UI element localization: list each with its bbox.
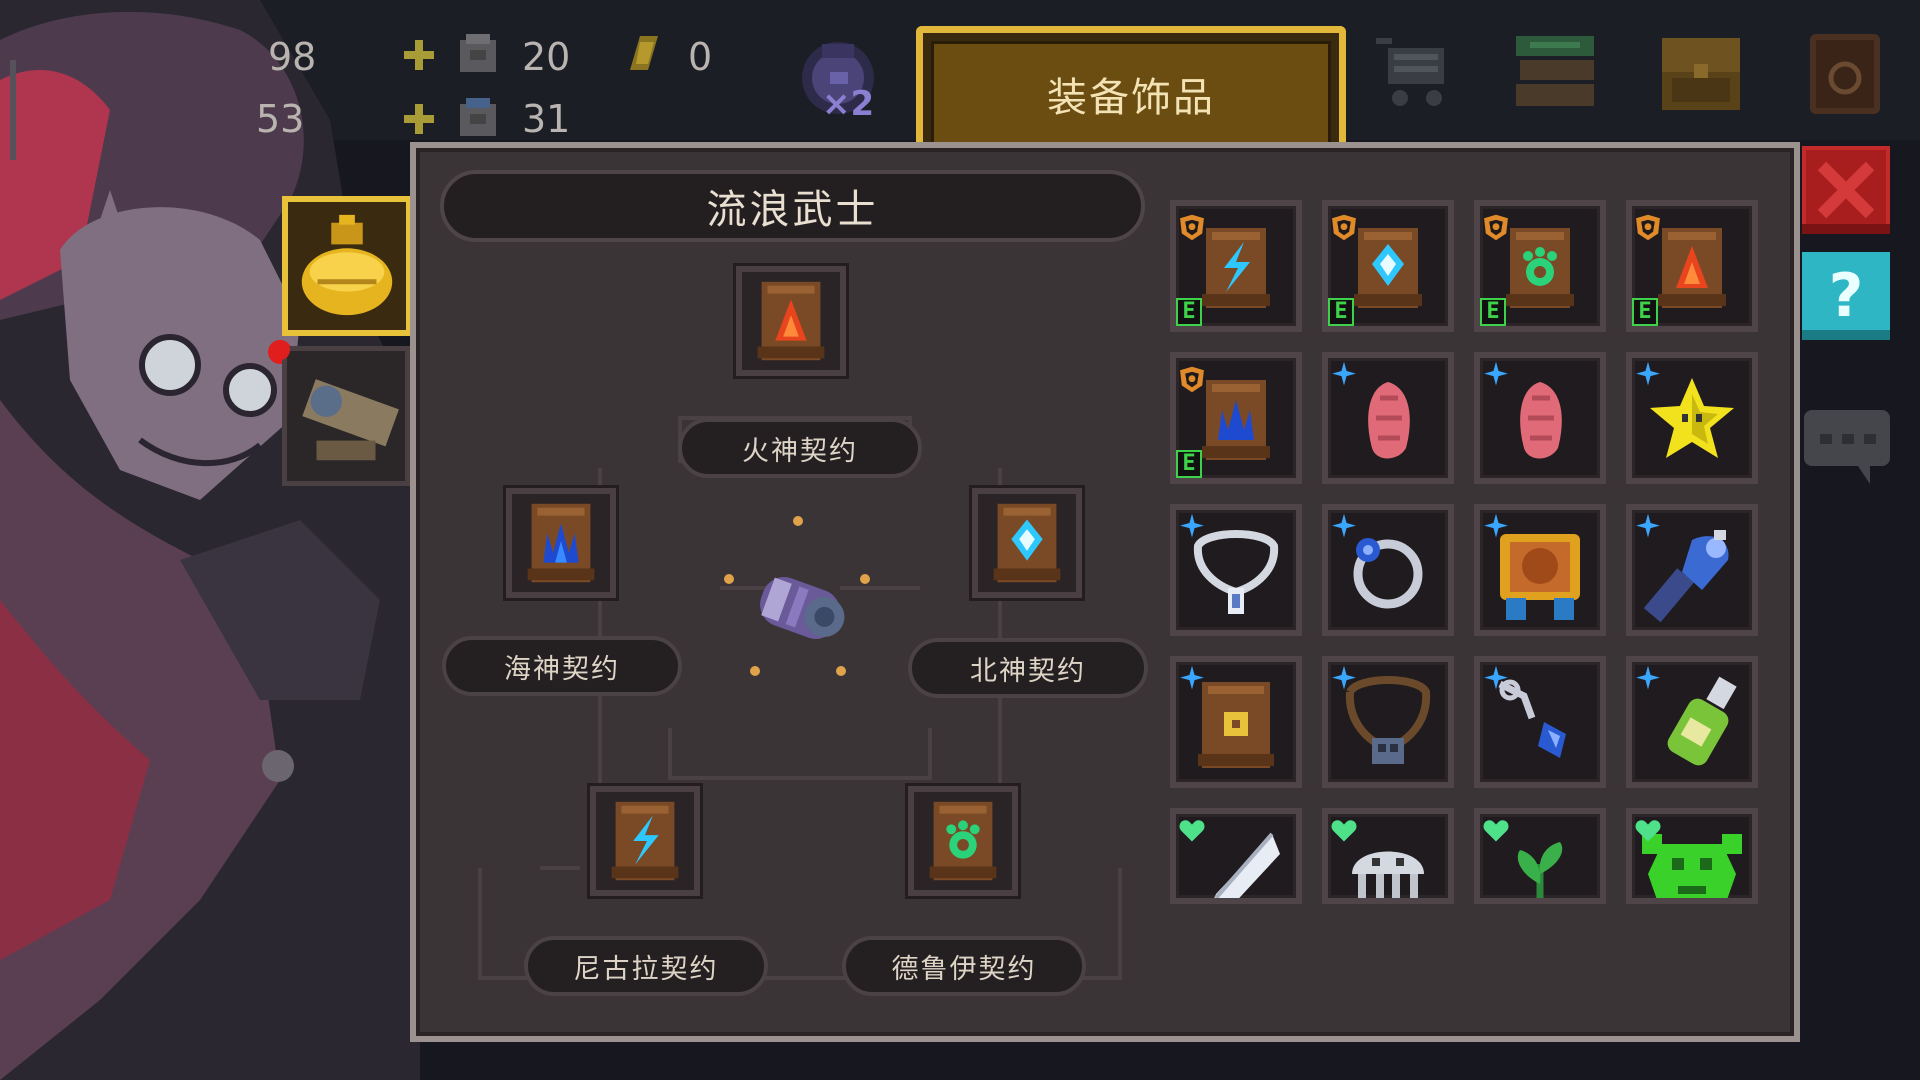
contract-slot-nikola[interactable] bbox=[590, 786, 700, 896]
resource-c-value: 31 bbox=[522, 97, 571, 141]
inventory-slot[interactable]: E bbox=[1322, 200, 1454, 332]
inventory-slot[interactable]: E bbox=[1170, 352, 1302, 484]
star-badge-icon bbox=[1332, 361, 1356, 386]
contract-label-north: 北神契约 bbox=[908, 638, 1148, 698]
equipped-marker: E bbox=[1328, 298, 1354, 326]
potion-multiplier: ×2 bbox=[822, 84, 875, 124]
sparkle-dot bbox=[724, 574, 734, 584]
plus-icon[interactable] bbox=[402, 102, 436, 136]
sparkle-dot bbox=[750, 666, 760, 676]
title-tab[interactable]: 装备饰品 bbox=[916, 26, 1346, 144]
star-badge-icon bbox=[1484, 665, 1508, 690]
inventory-slot[interactable] bbox=[1474, 352, 1606, 484]
treasure-chest-icon[interactable] bbox=[1656, 28, 1746, 118]
gold-pot-icon bbox=[301, 214, 393, 316]
star-badge-icon bbox=[1180, 513, 1204, 538]
inventory-slot[interactable] bbox=[1474, 504, 1606, 636]
inventory-slot[interactable] bbox=[1322, 656, 1454, 788]
shield-badge-icon bbox=[1484, 214, 1508, 241]
equipped-marker: E bbox=[1176, 298, 1202, 326]
inventory-slot[interactable] bbox=[1626, 504, 1758, 636]
inventory-slot[interactable] bbox=[1170, 808, 1302, 904]
sparkle-dot bbox=[793, 516, 803, 526]
star-badge-icon bbox=[1332, 665, 1356, 690]
shield-badge-icon bbox=[1180, 366, 1204, 393]
help-button[interactable]: ? bbox=[1802, 252, 1890, 340]
chat-icon[interactable] bbox=[1804, 410, 1890, 486]
fire-scroll-icon bbox=[757, 281, 825, 361]
inventory-slot[interactable] bbox=[1170, 656, 1302, 788]
contract-slot-north[interactable] bbox=[972, 488, 1082, 598]
inventory-slot[interactable]: E bbox=[1474, 200, 1606, 332]
journal-book-icon[interactable] bbox=[1800, 28, 1890, 118]
heart-badge-icon bbox=[1179, 820, 1205, 842]
equipped-marker: E bbox=[1480, 298, 1506, 326]
gold-bar-icon bbox=[620, 30, 668, 78]
sea-scroll-icon bbox=[527, 503, 595, 583]
contract-label-fire: 火神契约 bbox=[678, 418, 922, 478]
star-badge-icon bbox=[1484, 361, 1508, 386]
fish-crate-icon bbox=[454, 94, 502, 142]
shop-cart-icon[interactable] bbox=[1370, 28, 1460, 118]
inventory-grid: E E E E E bbox=[1162, 200, 1762, 904]
contract-label-druid: 德鲁伊契约 bbox=[842, 936, 1086, 996]
contract-label-nikola: 尼古拉契约 bbox=[524, 936, 768, 996]
inventory-slot[interactable] bbox=[1474, 808, 1606, 904]
tab-accessories[interactable] bbox=[282, 196, 412, 336]
tab-title-label: 装备饰品 bbox=[931, 41, 1331, 144]
tab-telescope[interactable] bbox=[282, 346, 410, 486]
help-icon: ? bbox=[1828, 261, 1864, 331]
inventory-slot[interactable] bbox=[1474, 656, 1606, 788]
telescope-icon bbox=[302, 379, 399, 461]
equipped-marker: E bbox=[1632, 298, 1658, 326]
inventory-slot[interactable]: E bbox=[1626, 200, 1758, 332]
books-stack-icon[interactable] bbox=[1510, 28, 1600, 118]
contract-slot-sea[interactable] bbox=[506, 488, 616, 598]
inventory-slot[interactable] bbox=[1322, 504, 1454, 636]
center-scroll-icon bbox=[740, 558, 860, 658]
resource-a-value: 20 bbox=[522, 35, 571, 79]
sparkle-dot bbox=[836, 666, 846, 676]
inventory-slot[interactable] bbox=[1626, 808, 1758, 904]
shield-badge-icon bbox=[1332, 214, 1356, 241]
inventory-slot[interactable]: E bbox=[1170, 200, 1302, 332]
close-button[interactable] bbox=[1802, 146, 1890, 234]
heart-badge-icon bbox=[1483, 820, 1509, 842]
star-badge-icon bbox=[1180, 665, 1204, 690]
resource-b-value: 0 bbox=[688, 35, 713, 79]
character-name-bar: 流浪武士 bbox=[440, 170, 1145, 242]
shield-badge-icon bbox=[1180, 214, 1204, 241]
resource-value-top-left: 98 bbox=[268, 35, 317, 79]
heart-badge-icon bbox=[1331, 820, 1357, 842]
heart-badge-icon bbox=[1635, 820, 1661, 842]
star-badge-icon bbox=[1636, 665, 1660, 690]
plus-icon[interactable] bbox=[402, 38, 436, 72]
notification-dot bbox=[270, 340, 290, 360]
close-icon bbox=[1802, 146, 1890, 234]
resource-value-bottom-left: 53 bbox=[256, 97, 305, 141]
inventory-slot[interactable] bbox=[1626, 656, 1758, 788]
star-badge-icon bbox=[1332, 513, 1356, 538]
contract-slot-fire[interactable] bbox=[736, 266, 846, 376]
shield-badge-icon bbox=[1636, 214, 1660, 241]
sparkle-dot bbox=[860, 574, 870, 584]
lightning-scroll-icon bbox=[611, 801, 679, 881]
inventory-slot[interactable] bbox=[1322, 808, 1454, 904]
inventory-slot[interactable] bbox=[1170, 504, 1302, 636]
contract-slot-druid[interactable] bbox=[908, 786, 1018, 896]
star-badge-icon bbox=[1484, 513, 1508, 538]
inventory-slot[interactable] bbox=[1626, 352, 1758, 484]
druid-scroll-icon bbox=[929, 801, 997, 881]
material-crate-icon bbox=[454, 30, 502, 78]
equipped-marker: E bbox=[1176, 450, 1202, 478]
star-badge-icon bbox=[1636, 361, 1660, 386]
frost-scroll-icon bbox=[993, 503, 1061, 583]
inventory-slot[interactable] bbox=[1322, 352, 1454, 484]
star-badge-icon bbox=[1636, 513, 1660, 538]
contract-label-sea: 海神契约 bbox=[442, 636, 682, 696]
